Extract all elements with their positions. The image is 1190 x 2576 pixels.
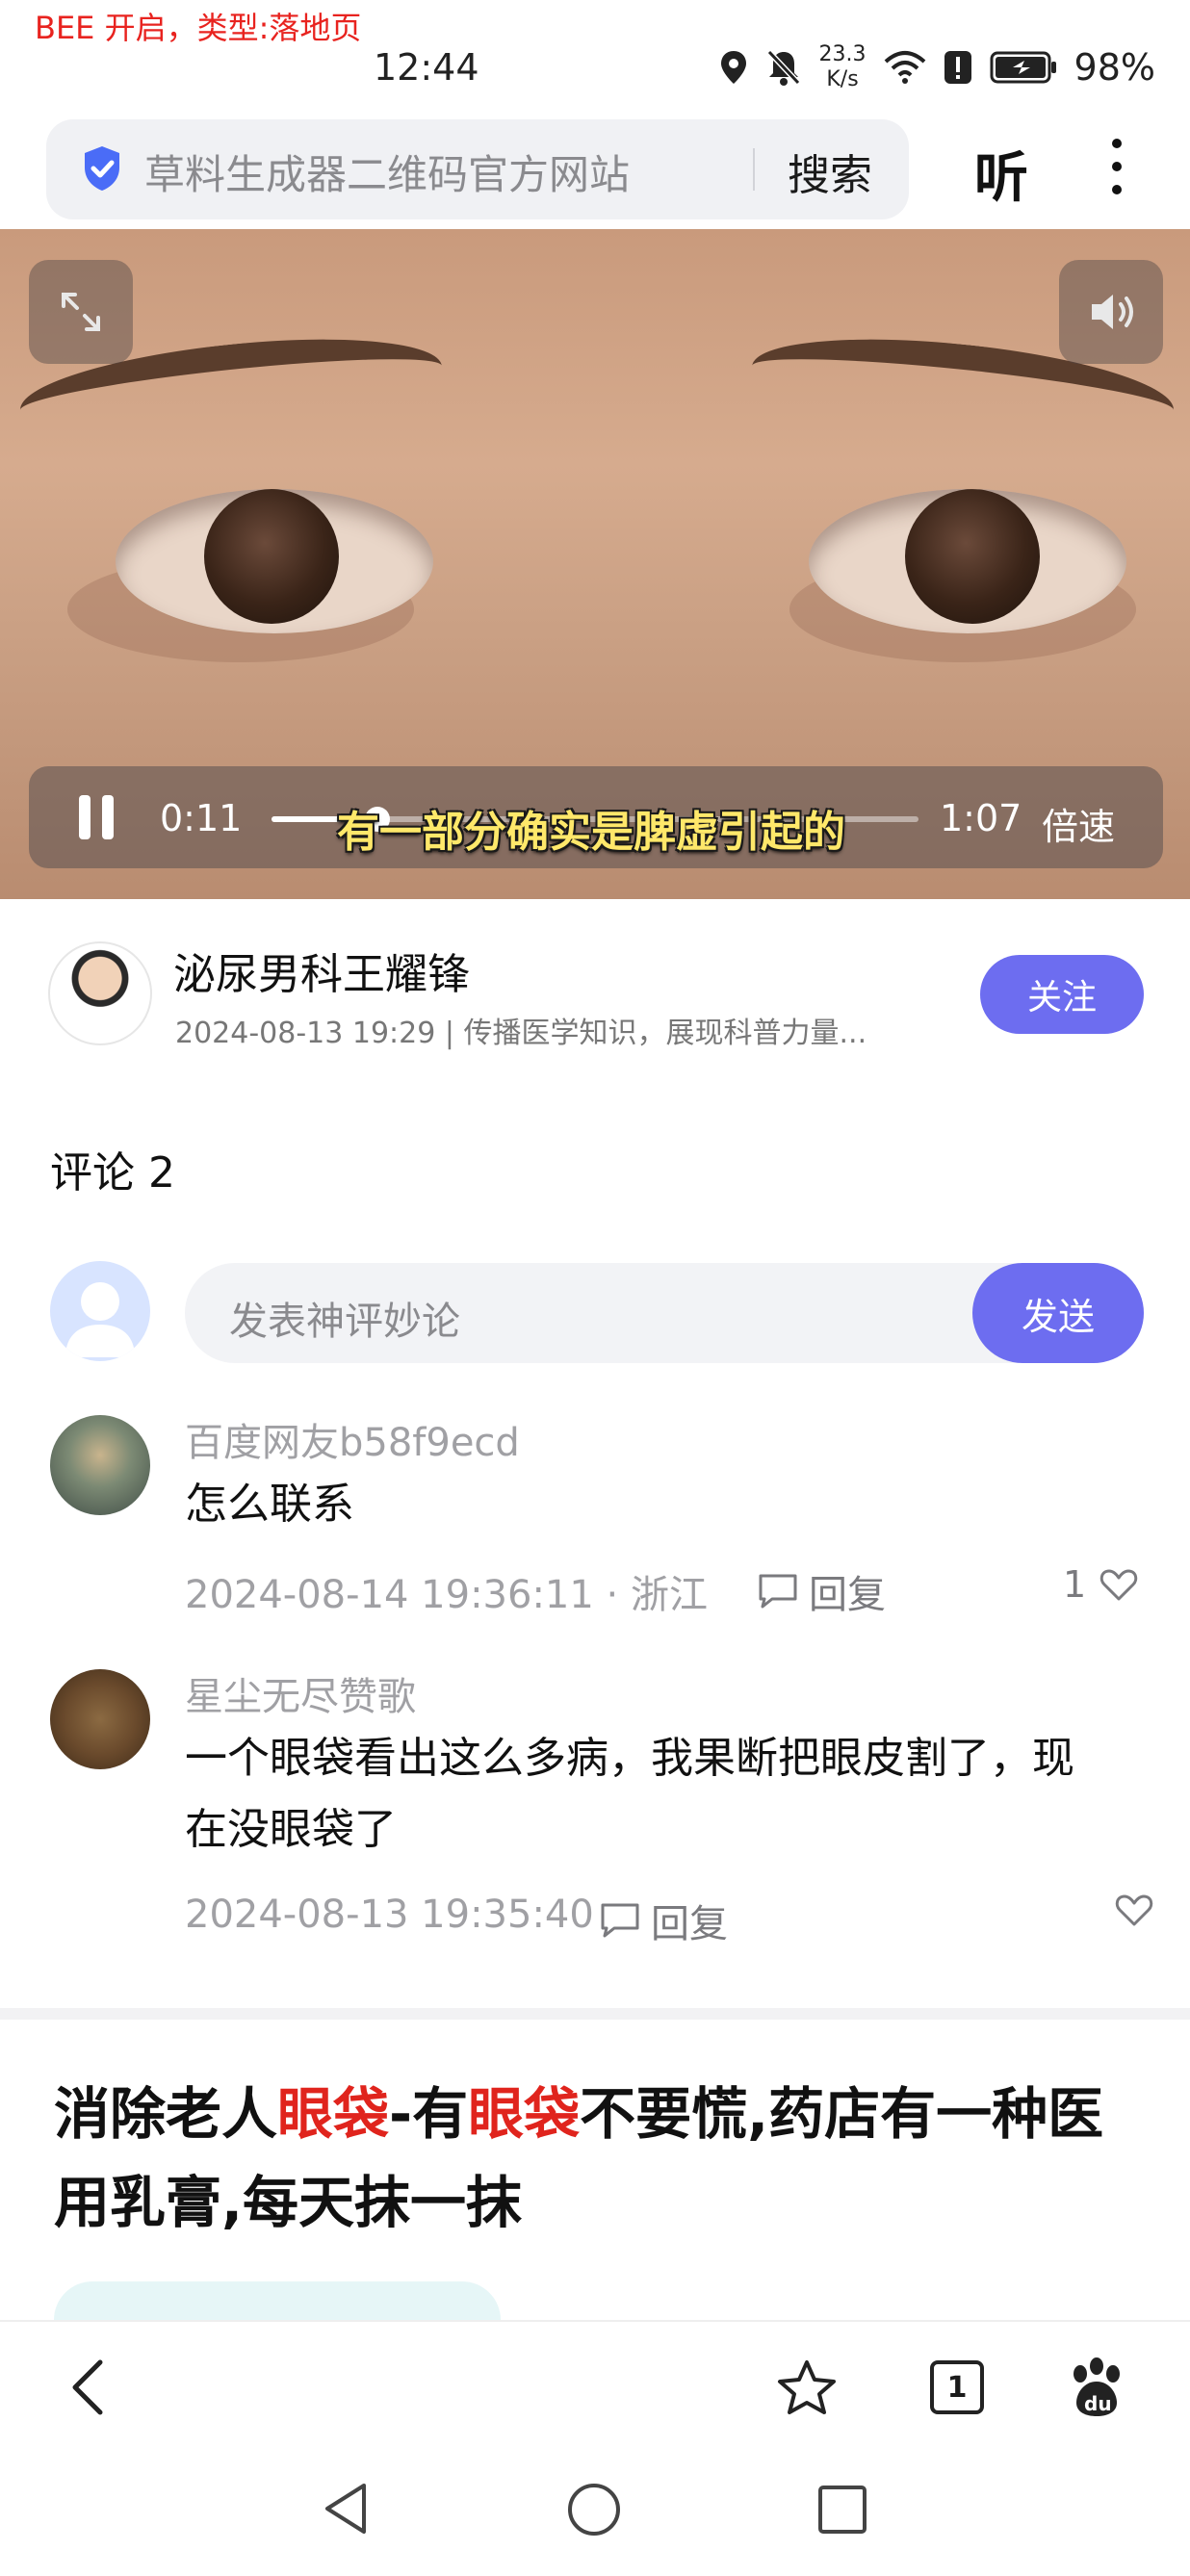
comment-username[interactable]: 星尘无尽赞歌 [185, 1665, 416, 1721]
current-time: 0:11 [160, 797, 243, 839]
comment-bubble-icon [601, 1903, 639, 1938]
reply-button[interactable]: 回复 [599, 1893, 728, 1948]
wifi-icon [884, 51, 925, 84]
search-button[interactable]: 搜索 [788, 141, 872, 202]
net-speed-unit: K/s [826, 67, 859, 91]
section-divider [0, 2008, 1190, 2020]
comment-text: 一个眼袋看出这么多病，我果断把眼皮割了，现在没眼袋了 [185, 1734, 1074, 1854]
comment-avatar[interactable] [50, 1415, 150, 1515]
comment-text: 怎么联系 [185, 1480, 354, 1529]
net-speed-value: 23.3 [818, 42, 867, 66]
like-button[interactable] [1101, 1893, 1153, 1927]
author-meta: 2024-08-13 19:29 | 传播医学知识，展现科普力量... [175, 1017, 867, 1050]
my-avatar [50, 1261, 150, 1361]
comment-input-placeholder: 发表神评妙论 [229, 1300, 460, 1344]
tabs-button[interactable]: 1 [930, 2360, 984, 2414]
video-frame-eye-left [116, 489, 433, 633]
nav-recents-icon[interactable] [816, 2484, 868, 2536]
search-divider [753, 148, 755, 191]
comment-avatar[interactable] [50, 1669, 150, 1769]
back-icon[interactable] [67, 2358, 110, 2416]
reply-label: 回复 [651, 1902, 728, 1946]
article-title-part: 消除老人 [54, 2081, 278, 2147]
baidu-paw-icon[interactable]: du [1065, 2357, 1128, 2418]
follow-button[interactable]: 关注 [980, 955, 1144, 1034]
svg-text:du: du [1084, 2392, 1112, 2415]
comments-title: 评论 2 [50, 1148, 175, 1198]
user-placeholder-icon [65, 1282, 135, 1357]
volume-button[interactable] [1059, 260, 1163, 364]
playback-speed-button[interactable]: 倍速 [1042, 797, 1115, 850]
video-frame-eye-right [809, 489, 1126, 633]
debug-tag: BEE 开启，类型:落地页 [35, 10, 362, 46]
article-source-card[interactable] [54, 2281, 501, 2320]
search-query-text[interactable]: 草料生成器二维码官方网站 [144, 142, 630, 201]
heart-icon [1099, 1569, 1138, 1601]
article-title-highlight: 眼袋 [468, 2081, 581, 2147]
mute-bell-icon [766, 49, 800, 86]
more-menu-icon[interactable] [1107, 139, 1126, 200]
listen-button[interactable]: 听 [974, 135, 1028, 213]
like-button[interactable]: 1 [1063, 1563, 1138, 1606]
author-avatar[interactable] [48, 941, 152, 1045]
video-subtitle: 有一部分确实是脾虚引起的 [337, 808, 845, 857]
video-player[interactable]: 0:11 1:07 倍速 有一部分确实是脾虚引起的 [0, 229, 1190, 899]
duration: 1:07 [940, 797, 1022, 839]
tab-count: 1 [946, 2370, 968, 2405]
comment-input[interactable]: 发表神评妙论 发送 [185, 1263, 1144, 1363]
article-title-part: -有 [389, 2081, 469, 2147]
system-nav-bar [0, 2445, 1190, 2576]
like-count: 1 [1063, 1563, 1087, 1606]
comment-meta: 2024-08-13 19:35:40 [185, 1893, 594, 1937]
pause-icon[interactable] [75, 793, 117, 841]
send-button[interactable]: 发送 [972, 1263, 1144, 1363]
shield-icon [85, 146, 119, 191]
speaker-icon [1092, 295, 1133, 329]
comment-bubble-icon [759, 1574, 797, 1609]
star-icon[interactable] [776, 2358, 838, 2416]
author-name[interactable]: 泌尿男科王耀锋 [173, 940, 470, 1001]
heart-icon [1115, 1894, 1153, 1926]
expand-icon [62, 293, 100, 331]
comment-username[interactable]: 百度网友b58f9ecd [185, 1411, 520, 1467]
reply-label: 回复 [809, 1573, 886, 1617]
alert-icon [944, 51, 971, 84]
net-speed: 23.3 K/s [819, 42, 867, 92]
nav-home-icon[interactable] [566, 2482, 622, 2537]
article-title-highlight: 眼袋 [277, 2081, 390, 2147]
comment-meta: 2024-08-14 19:36:11 · 浙江 [185, 1573, 708, 1617]
article-title[interactable]: 消除老人眼袋-有眼袋不要慌,药店有一种医用乳膏,每天抹一抹 [54, 2070, 1142, 2247]
status-time: 12:44 [374, 46, 479, 89]
nav-back-icon[interactable] [322, 2480, 370, 2537]
status-icons: 23.3 K/s 98% [719, 42, 1155, 92]
reply-button[interactable]: 回复 [757, 1563, 886, 1619]
location-icon [720, 51, 746, 84]
battery-icon [990, 51, 1056, 84]
browser-toolbar: 1 du [0, 2320, 1190, 2445]
fullscreen-button[interactable] [29, 260, 133, 364]
battery-percent: 98% [1074, 46, 1155, 89]
search-bar[interactable]: 草料生成器二维码官方网站 搜索 [46, 119, 909, 219]
